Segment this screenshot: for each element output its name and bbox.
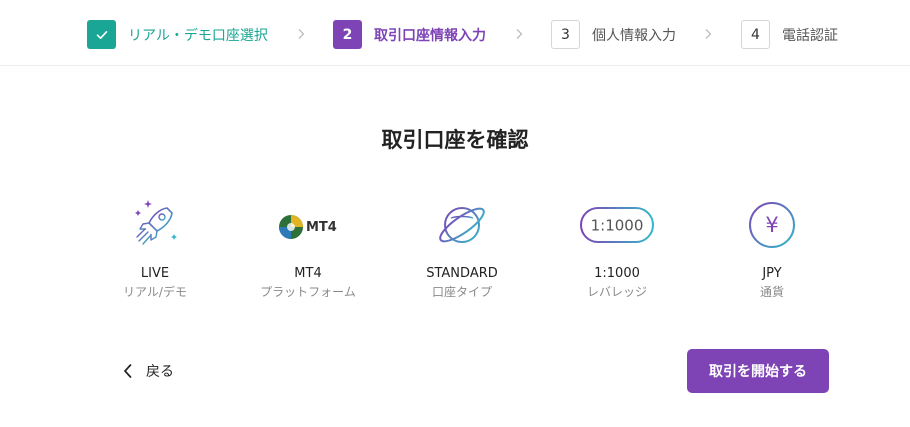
- summary-item-leverage: 1:1000 1:1000 レバレッジ: [537, 190, 697, 300]
- planet-icon: [439, 207, 485, 243]
- summary-item-account-type: STANDARD 口座タイプ: [382, 190, 542, 300]
- currency-value: JPY: [762, 266, 782, 281]
- step-2-number: 2: [333, 20, 362, 49]
- account-mode-value: LIVE: [140, 266, 170, 281]
- step-3-number: 3: [551, 20, 580, 49]
- step-4-number: 4: [741, 20, 770, 49]
- step-4-label: 電話認証: [782, 27, 838, 44]
- step-1-check-box: [87, 20, 116, 49]
- chevron-right-icon: [298, 29, 305, 39]
- start-trading-button[interactable]: 取引を開始する: [687, 349, 829, 393]
- summary-item-account-mode: LIVE リアル/デモ: [75, 190, 235, 300]
- platform-label: プラットフォーム: [260, 285, 356, 299]
- rocket-icon: [135, 200, 177, 245]
- yen-icon: ¥: [749, 202, 795, 248]
- summary-item-currency: ¥ JPY 通貨: [692, 190, 852, 300]
- back-button-label: 戻る: [146, 364, 174, 380]
- mt4-logo-icon: MT4: [279, 215, 337, 239]
- chevron-right-icon: [705, 29, 712, 39]
- leverage-badge-icon: 1:1000: [580, 207, 654, 243]
- leverage-value: 1:1000: [594, 266, 640, 281]
- step-1-label: リアル・デモ口座選択: [128, 27, 268, 44]
- account-summary: LIVE リアル/デモ MT4 MT4 プラットフォーム STANDARD 口座…: [0, 190, 910, 310]
- leverage-label: レバレッジ: [586, 285, 647, 299]
- chevron-left-icon: [124, 364, 132, 378]
- step-3-label: 個人情報入力: [592, 27, 676, 44]
- yen-symbol: ¥: [765, 213, 778, 237]
- account-type-label: 口座タイプ: [431, 285, 492, 299]
- account-type-value: STANDARD: [426, 266, 498, 281]
- platform-value: MT4: [294, 266, 322, 281]
- step-trading-account: 2 取引口座情報入力: [333, 20, 486, 49]
- account-mode-label: リアル/デモ: [123, 285, 187, 299]
- chevron-right-icon: [516, 29, 523, 39]
- step-personal-info: 3 個人情報入力: [551, 20, 676, 49]
- back-button[interactable]: 戻る: [122, 360, 174, 382]
- currency-label: 通貨: [759, 285, 784, 299]
- mt4-logo-text: MT4: [306, 220, 337, 235]
- progress-stepper: リアル・デモ口座選択 2 取引口座情報入力 3 個人情報入力 4 電話認証: [0, 0, 910, 66]
- summary-item-platform: MT4 MT4 プラットフォーム: [228, 190, 388, 300]
- step-2-label: 取引口座情報入力: [374, 27, 486, 44]
- step-account-type: リアル・デモ口座選択: [87, 20, 268, 49]
- step-phone-verification: 4 電話認証: [741, 20, 838, 49]
- page-title: 取引口座を確認: [381, 128, 529, 152]
- leverage-badge-text: 1:1000: [591, 217, 644, 235]
- check-icon: [96, 30, 107, 39]
